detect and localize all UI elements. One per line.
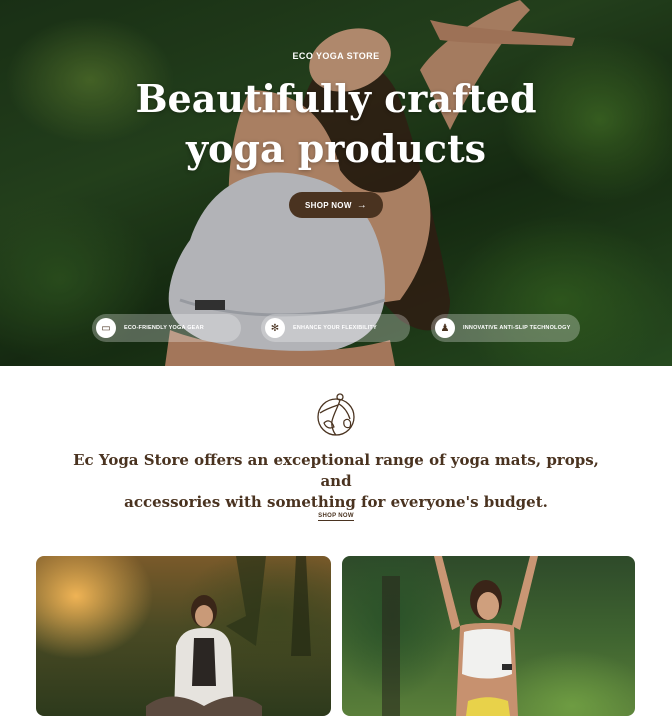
shop-now-link[interactable]: SHOP NOW <box>318 513 354 521</box>
hero-banner: ECO YOGA STORE Beautifully crafted yoga … <box>0 0 672 366</box>
mat-icon: ▭ <box>96 318 116 338</box>
feature-pill-anti-slip: ♟ INNOVATIVE ANTI-SLIP TECHNOLOGY <box>431 314 580 342</box>
anti-slip-icon: ♟ <box>435 318 455 338</box>
stretch-photo <box>382 556 538 716</box>
arrow-right-icon: → <box>356 199 367 211</box>
intro-text-line1: Ec Yoga Store offers an exceptional rang… <box>73 451 599 490</box>
hero-title: Beautifully crafted yoga products <box>86 74 586 174</box>
hero-title-line2: yoga products <box>185 126 487 171</box>
hero-eyebrow: ECO YOGA STORE <box>292 51 380 61</box>
lotus-icon: ✻ <box>265 318 285 338</box>
feature-label: ENHANCE YOUR FLEXIBILITY <box>293 325 377 331</box>
feature-pills: ▭ ECO-FRIENDLY YOGA GEAR ✻ ENHANCE YOUR … <box>92 314 582 342</box>
intro-shop-now: SHOP NOW <box>0 504 672 522</box>
feature-label: INNOVATIVE ANTI-SLIP TECHNOLOGY <box>463 325 571 331</box>
category-card-stretch[interactable] <box>342 556 635 716</box>
shop-now-label: SHOP NOW <box>304 200 352 210</box>
meditation-photo <box>146 556 311 716</box>
category-card-meditation[interactable] <box>36 556 331 716</box>
feature-label: ECO-FRIENDLY YOGA GEAR <box>124 325 204 331</box>
feature-pill-flexibility: ✻ ENHANCE YOUR FLEXIBILITY <box>261 314 410 342</box>
feature-pill-eco: ▭ ECO-FRIENDLY YOGA GEAR <box>92 314 241 342</box>
brand-logo-icon <box>317 393 355 436</box>
hero-title-line1: Beautifully crafted <box>135 76 537 121</box>
shop-now-button[interactable]: SHOP NOW → <box>289 192 383 218</box>
